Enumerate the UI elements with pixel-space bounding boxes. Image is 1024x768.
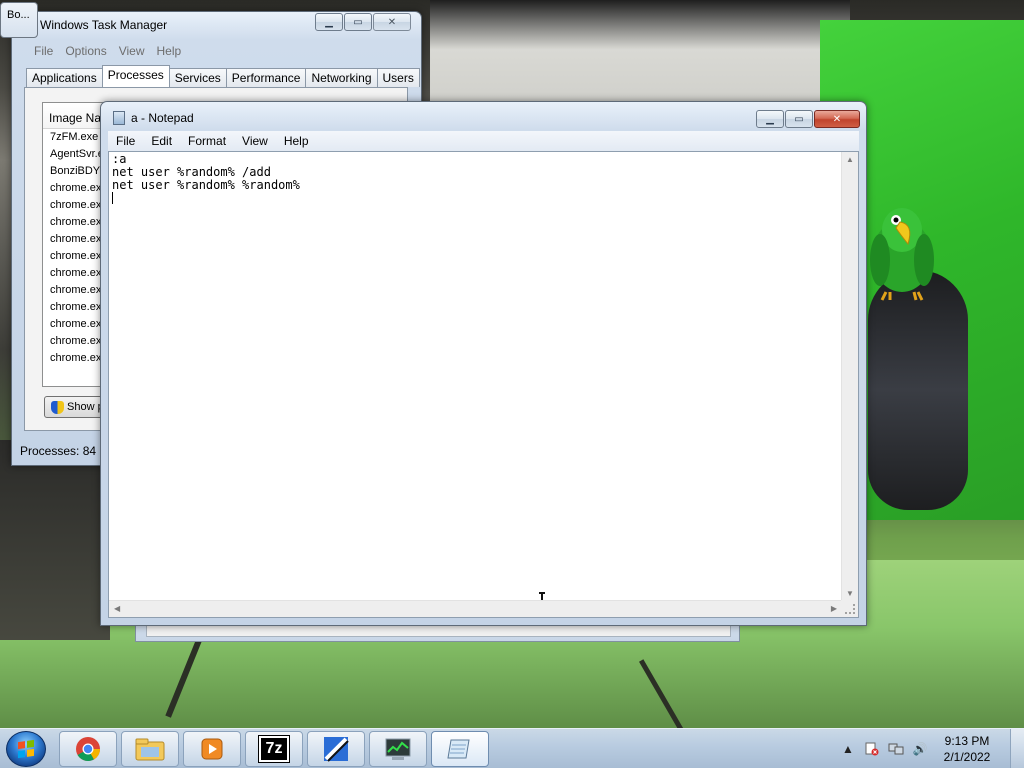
notepad-icon [113,111,125,125]
explorer-icon [135,738,165,761]
tab-networking[interactable]: Networking [305,68,378,87]
taskbar-bonzi-button[interactable] [307,731,365,767]
tab-services[interactable]: Services [168,68,227,87]
bonzi-icon [324,737,349,762]
clock-date: 2/1/2022 [943,750,991,764]
taskbar-clock[interactable]: 9:13 PM 2/1/2022 [932,733,1002,765]
close-icon: ✕ [387,16,397,28]
maximize-icon: ▭ [794,113,804,125]
menu-help[interactable]: Help [276,134,317,148]
menu-edit[interactable]: Edit [143,134,180,148]
task-manager-caption-buttons: ▁ ▭ ✕ [315,13,411,31]
system-tray: ▲ 🔊 9:13 PM 2/1/2022 [836,729,1024,768]
menu-view[interactable]: View [234,134,276,148]
taskbar-explorer-button[interactable] [121,731,179,767]
scroll-left-icon[interactable]: ◀ [114,604,120,613]
taskbar: 7z ▲ 🔊 9:13 PM 2/1/2022 [0,728,1024,768]
notepad-menubar: File Edit Format View Help [108,131,859,151]
taskbar-7zip-button[interactable]: 7z [245,731,303,767]
background-shadow [0,440,110,640]
bonzi-window[interactable]: Bo... [0,2,38,38]
chrome-icon [76,737,100,762]
minimize-icon: ▁ [325,16,333,28]
minimize-button[interactable]: ▁ [756,110,784,128]
bonzi-window-title: Bo... [7,9,30,21]
start-button[interactable] [6,731,46,767]
notepad-content[interactable]: :a net user %random% /add net user %rand… [112,153,837,192]
tab-users[interactable]: Users [376,68,420,87]
shield-icon [51,400,64,414]
menu-options[interactable]: Options [59,44,112,58]
vertical-scrollbar[interactable]: ▲ ▼ [841,152,858,601]
show-hidden-icons-icon[interactable]: ▲ [840,741,856,757]
clock-time: 9:13 PM [944,734,990,748]
tab-performance[interactable]: Performance [225,68,307,87]
task-manager-menubar: File Options View Help [28,44,187,58]
menu-help[interactable]: Help [151,44,188,58]
task-manager-tabs: Applications Processes Services Performa… [26,65,420,87]
notepad-icon [447,739,470,759]
action-center-icon[interactable] [864,741,880,757]
7zip-icon: 7z [257,735,291,763]
notepad-caption-buttons: ▁ ▭ ✕ [756,110,860,128]
parrot-assistant-icon[interactable] [866,200,938,304]
minimize-button[interactable]: ▁ [315,13,343,31]
media-player-icon [201,738,223,760]
taskbar-chrome-button[interactable] [59,731,117,767]
windows-logo-icon [18,739,34,758]
resize-grip[interactable] [841,600,858,617]
taskbar-task-manager-button[interactable] [369,731,427,767]
network-icon[interactable] [888,741,904,757]
close-button[interactable]: ✕ [814,110,860,128]
notepad-window[interactable]: a - Notepad ▁ ▭ ✕ File Edit Format View … [100,101,867,626]
taskbar-media-player-button[interactable] [183,731,241,767]
scroll-up-icon[interactable]: ▲ [846,155,854,164]
horizontal-scrollbar[interactable]: ◀ ▶ [109,600,842,617]
menu-file[interactable]: File [108,134,143,148]
volume-icon[interactable]: 🔊 [912,741,928,757]
notepad-text-area[interactable]: :a net user %random% /add net user %rand… [108,151,859,618]
maximize-button[interactable]: ▭ [785,110,813,128]
menu-view[interactable]: View [113,44,151,58]
scroll-right-icon[interactable]: ▶ [831,604,837,613]
scroll-down-icon[interactable]: ▼ [846,589,854,598]
notepad-title: a - Notepad [131,111,194,125]
show-processes-label: Show p [67,401,104,413]
maximize-button[interactable]: ▭ [344,13,372,31]
task-manager-icon [385,738,411,760]
background-wall [430,0,850,110]
maximize-icon: ▭ [353,16,363,28]
menu-file[interactable]: File [28,44,59,58]
tab-applications[interactable]: Applications [26,68,103,87]
minimize-icon: ▁ [766,113,774,125]
close-button[interactable]: ✕ [373,13,411,31]
close-icon: ✕ [832,113,842,125]
show-desktop-button[interactable] [1010,729,1024,768]
tab-processes[interactable]: Processes [101,65,170,87]
text-caret [112,192,113,204]
task-manager-title: Windows Task Manager [40,18,168,32]
menu-format[interactable]: Format [180,134,234,148]
taskbar-notepad-button[interactable] [431,731,489,767]
background-headset [868,270,968,510]
